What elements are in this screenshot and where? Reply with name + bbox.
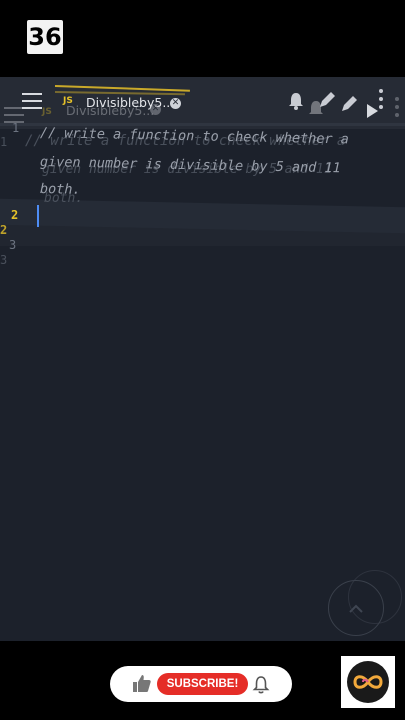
close-tab-icon[interactable]: ✕ <box>170 98 181 109</box>
line-number-active: 2 <box>11 208 19 222</box>
thumbs-up-icon[interactable] <box>131 673 153 695</box>
line-number: 3 <box>9 238 17 252</box>
channel-logo <box>341 656 395 708</box>
menu-icon[interactable] <box>22 93 42 109</box>
notification-bell-icon[interactable] <box>286 91 306 111</box>
more-options-icon-ghost <box>395 97 399 117</box>
file-tab-title-ghost: Divisibleby5... <box>66 103 155 118</box>
js-file-icon-ghost: JS <box>42 107 52 117</box>
infinity-logo-icon <box>347 661 389 703</box>
subscribe-button[interactable]: SUBSCRIBE! <box>157 673 248 695</box>
line-number-ghost-active: 2 <box>0 223 8 237</box>
more-options-icon[interactable] <box>377 87 385 113</box>
editor-toolbar: JS Divisibleby5.. ✕ JS Divisibleby5... ✕ <box>0 77 405 129</box>
text-cursor <box>37 205 39 227</box>
floating-action-button-ghost <box>348 570 402 624</box>
video-number-badge: 36 <box>27 20 63 54</box>
code-comment-line: both. <box>39 181 81 198</box>
line-number-ghost: 1 <box>0 135 8 149</box>
close-tab-icon-ghost: ✕ <box>150 104 161 115</box>
notification-bell-icon[interactable] <box>252 675 270 695</box>
line-number-ghost: 3 <box>0 253 8 267</box>
edit-pencil-icon[interactable] <box>316 89 338 111</box>
code-editor[interactable]: JS Divisibleby5.. ✕ JS Divisibleby5... ✕ <box>0 77 405 641</box>
edit-pencil-icon-2[interactable] <box>338 93 360 115</box>
line-number: 1 <box>12 121 20 135</box>
current-line-highlight-ghost <box>0 220 405 246</box>
